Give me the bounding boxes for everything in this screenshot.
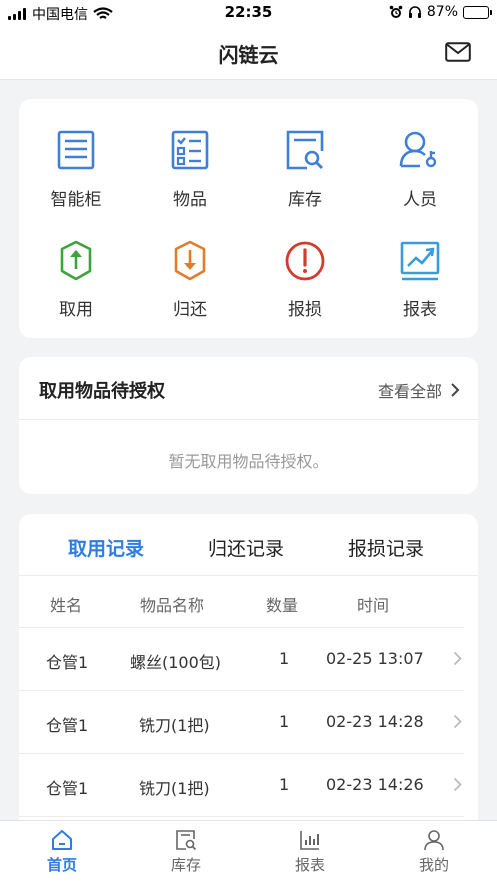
table-row[interactable]: 仓管1 铣刀(1把) 1 02-23 14:28 xyxy=(19,691,464,754)
cell-qty: 1 xyxy=(279,775,290,794)
menu-smart-cabinet[interactable]: 智能柜 xyxy=(21,129,131,210)
quick-menu-card: 智能柜 物品 库存 人员 取用 归还 报损 报表 xyxy=(19,99,478,338)
cell-item: 铣刀(1把) xyxy=(139,779,210,798)
status-right: 87% xyxy=(389,4,492,20)
return-icon xyxy=(174,240,206,281)
items-icon xyxy=(171,130,209,170)
col-qty: 数量 xyxy=(266,596,299,615)
report-damage-icon xyxy=(285,241,325,281)
chevron-right-icon xyxy=(453,714,462,729)
chevron-right-icon xyxy=(451,383,460,397)
menu-label: 物品 xyxy=(173,190,207,210)
menu-label: 智能柜 xyxy=(50,190,102,210)
navbar: 闪链云 xyxy=(0,26,497,80)
cell-time: 02-23 14:26 xyxy=(326,775,424,794)
tabbar-label: 报表 xyxy=(294,856,325,874)
menu-report-damage[interactable]: 报损 xyxy=(250,239,360,320)
menu-report[interactable]: 报表 xyxy=(365,239,475,320)
menu-label: 报损 xyxy=(288,300,322,320)
cell-name: 仓管1 xyxy=(46,653,89,672)
chart-tab-icon xyxy=(300,831,319,850)
cell-item: 铣刀(1把) xyxy=(139,716,210,735)
chevron-right-icon xyxy=(453,777,462,792)
cell-item: 螺丝(100包) xyxy=(130,653,222,672)
menu-return[interactable]: 归还 xyxy=(135,239,245,320)
personnel-icon xyxy=(399,131,437,168)
pending-auth-title: 取用物品待授权 xyxy=(39,381,165,402)
menu-label: 报表 xyxy=(403,300,437,320)
tabbar-mine[interactable]: 我的 xyxy=(372,821,496,883)
view-all-link[interactable]: 查看全部 xyxy=(378,378,460,402)
pending-auth-card: 取用物品待授权 查看全部 暂无取用物品待授权。 xyxy=(19,357,478,494)
col-time: 时间 xyxy=(357,596,390,615)
tab-return-records[interactable]: 归还记录 xyxy=(208,534,284,561)
pending-auth-empty: 暂无取用物品待授权。 xyxy=(168,452,329,471)
take-icon xyxy=(60,240,92,281)
menu-take[interactable]: 取用 xyxy=(21,239,131,320)
battery-percent: 87% xyxy=(426,4,458,20)
pending-auth-header: 取用物品待授权 查看全部 xyxy=(19,357,478,420)
tabs-divider xyxy=(19,575,478,576)
menu-label: 人员 xyxy=(403,190,437,210)
menu-label: 库存 xyxy=(288,190,322,210)
tabbar-report[interactable]: 报表 xyxy=(248,821,372,883)
status-bar: 中国电信 22:35 87% xyxy=(0,0,497,26)
view-all-label: 查看全部 xyxy=(377,382,442,401)
table-row[interactable]: 仓管1 铣刀(1把) 1 02-23 14:26 xyxy=(19,754,464,817)
menu-personnel[interactable]: 人员 xyxy=(365,129,475,210)
cell-qty: 1 xyxy=(279,649,290,668)
cell-time: 02-25 13:07 xyxy=(326,649,424,668)
cell-name: 仓管1 xyxy=(46,716,89,735)
menu-label: 取用 xyxy=(59,300,93,320)
col-item: 物品名称 xyxy=(140,596,205,615)
inventory-tab-icon xyxy=(176,830,197,851)
smart-cabinet-icon xyxy=(57,130,95,170)
mail-icon[interactable] xyxy=(445,42,471,62)
home-icon xyxy=(52,830,72,850)
cell-name: 仓管1 xyxy=(46,779,89,798)
menu-label: 归还 xyxy=(173,300,207,320)
alarm-icon xyxy=(389,5,403,18)
tabbar-inventory[interactable]: 库存 xyxy=(124,821,248,883)
bottom-tabbar: 首页 库存 报表 我的 xyxy=(0,820,497,883)
table-row[interactable]: 仓管1 螺丝(100包) 1 02-25 13:07 xyxy=(19,628,464,691)
tabbar-label: 我的 xyxy=(418,856,449,874)
headphones-icon xyxy=(408,6,421,18)
col-name: 姓名 xyxy=(50,596,83,615)
menu-items[interactable]: 物品 xyxy=(135,129,245,210)
cell-time: 02-23 14:28 xyxy=(326,712,424,731)
tabbar-label: 首页 xyxy=(46,856,77,874)
tabbar-home[interactable]: 首页 xyxy=(0,821,124,883)
tab-damage-records[interactable]: 报损记录 xyxy=(348,534,424,561)
battery-icon xyxy=(463,5,492,19)
records-card: 取用记录 归还记录 报损记录 姓名 物品名称 数量 时间 仓管1 螺丝(100包… xyxy=(19,514,478,834)
chevron-right-icon xyxy=(453,651,462,666)
cell-qty: 1 xyxy=(279,712,290,731)
report-chart-icon xyxy=(400,241,440,281)
tab-take-records[interactable]: 取用记录 xyxy=(68,534,144,561)
menu-inventory[interactable]: 库存 xyxy=(250,129,360,210)
page-title: 闪链云 xyxy=(218,43,279,67)
tabbar-label: 库存 xyxy=(170,856,201,874)
user-icon xyxy=(424,830,444,851)
inventory-icon xyxy=(286,130,324,170)
